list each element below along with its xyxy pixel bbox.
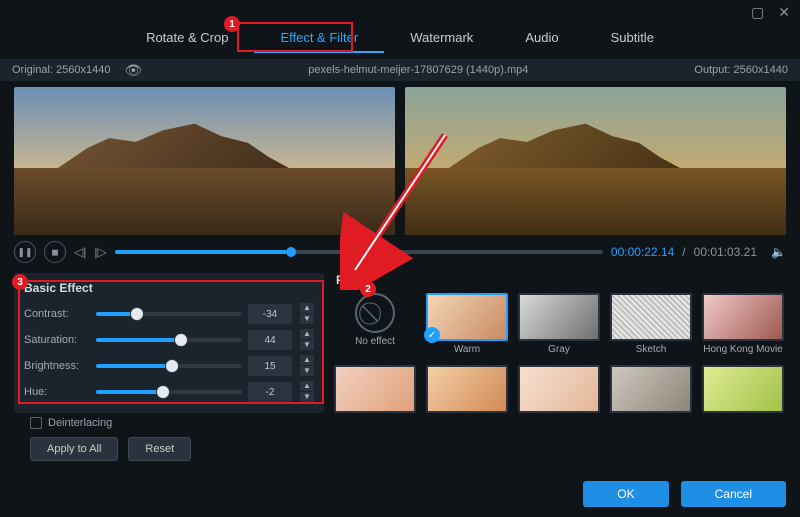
deinterlacing-checkbox[interactable]: [30, 417, 42, 429]
filter-sketch[interactable]: Sketch: [610, 293, 692, 355]
seek-bar[interactable]: [115, 250, 603, 254]
ok-button[interactable]: OK: [583, 481, 668, 507]
file-info-bar: Original: 2560x1440 👁 pexels-helmut-meij…: [0, 59, 800, 81]
no-effect-label: No effect: [334, 336, 416, 347]
dialog-footer: OK Cancel: [583, 481, 786, 507]
saturation-step-up[interactable]: ▲: [300, 329, 314, 339]
contrast-label: Contrast:: [24, 308, 90, 320]
reset-button[interactable]: Reset: [128, 437, 191, 461]
cancel-button[interactable]: Cancel: [681, 481, 786, 507]
saturation-value[interactable]: 44: [248, 330, 292, 350]
hue-step-up[interactable]: ▲: [300, 381, 314, 391]
top-tabs: Rotate & Crop Effect & Filter Watermark …: [0, 0, 800, 53]
saturation-label: Saturation:: [24, 334, 90, 346]
original-size-label: Original: 2560x1440: [12, 64, 110, 76]
brightness-label: Brightness:: [24, 360, 90, 372]
brightness-step-up[interactable]: ▲: [300, 355, 314, 365]
filename-label: pexels-helmut-meijer-17807629 (1440p).mp…: [142, 64, 694, 76]
filters-title: Filters: [336, 273, 786, 287]
filter-no-effect[interactable]: ⃠ No effect: [334, 293, 416, 355]
brightness-value[interactable]: 15: [248, 356, 292, 376]
contrast-step-up[interactable]: ▲: [300, 303, 314, 313]
brightness-row: Brightness: 15 ▲▼: [24, 353, 314, 379]
pause-button[interactable]: ❚❚: [14, 241, 36, 263]
contrast-slider[interactable]: [96, 312, 242, 316]
brightness-step-down[interactable]: ▼: [300, 366, 314, 376]
hue-value[interactable]: -2: [248, 382, 292, 402]
filter-hong-kong-movie[interactable]: Hong Kong Movie: [702, 293, 784, 355]
hue-slider[interactable]: [96, 390, 242, 394]
contrast-step-down[interactable]: ▼: [300, 314, 314, 324]
deinterlacing-label: Deinterlacing: [48, 417, 112, 429]
stop-button[interactable]: ◼: [44, 241, 66, 263]
tab-subtitle[interactable]: Subtitle: [585, 24, 680, 53]
saturation-slider[interactable]: [96, 338, 242, 342]
apply-to-all-button[interactable]: Apply to All: [30, 437, 118, 461]
no-effect-icon: ⃠: [355, 293, 395, 333]
basic-effect-title: Basic Effect: [24, 281, 314, 295]
brightness-slider[interactable]: [96, 364, 242, 368]
filter-item-8[interactable]: [518, 365, 600, 413]
close-button[interactable]: ✕: [778, 4, 790, 21]
selected-check-icon: ✓: [424, 327, 440, 343]
saturation-step-down[interactable]: ▼: [300, 340, 314, 350]
saturation-row: Saturation: 44 ▲▼: [24, 327, 314, 353]
filter-label-hk: Hong Kong Movie: [702, 344, 784, 355]
hue-row: Hue: -2 ▲▼: [24, 379, 314, 405]
filter-warm[interactable]: ✓ Warm: [426, 293, 508, 355]
play-bar: ❚❚ ◼ ◁| |▷ 00:00:22.14 / 00:01:03.21 🔈: [0, 241, 800, 269]
time-total: 00:01:03.21: [694, 245, 757, 259]
basic-effect-panel: Basic Effect Contrast: -34 ▲▼ Saturation…: [14, 273, 324, 413]
visibility-icon[interactable]: 👁: [124, 62, 142, 79]
hue-step-down[interactable]: ▼: [300, 392, 314, 402]
time-current: 00:00:22.14: [611, 245, 674, 259]
time-sep: /: [682, 245, 685, 259]
tab-audio[interactable]: Audio: [499, 24, 584, 53]
hue-label: Hue:: [24, 386, 90, 398]
filters-panel: Filters ⃠ No effect ✓ Warm Gray Sketch H…: [334, 273, 786, 461]
contrast-row: Contrast: -34 ▲▼: [24, 301, 314, 327]
maximize-button[interactable]: ▢: [751, 4, 764, 21]
prev-frame-button[interactable]: ◁|: [74, 245, 86, 259]
output-preview: [405, 87, 786, 235]
tab-effect-filter[interactable]: Effect & Filter: [254, 24, 384, 53]
output-size-label: Output: 2560x1440: [694, 64, 788, 76]
filter-item-7[interactable]: [426, 365, 508, 413]
preview-row: [0, 81, 800, 241]
original-preview: [14, 87, 395, 235]
next-frame-button[interactable]: |▷: [94, 245, 106, 259]
filter-item-6[interactable]: [334, 365, 416, 413]
volume-icon[interactable]: 🔈: [771, 245, 786, 259]
contrast-value[interactable]: -34: [248, 304, 292, 324]
tab-watermark[interactable]: Watermark: [384, 24, 499, 53]
filter-label-gray: Gray: [518, 344, 600, 355]
filter-item-9[interactable]: [610, 365, 692, 413]
filter-item-10[interactable]: [702, 365, 784, 413]
filter-label-sketch: Sketch: [610, 344, 692, 355]
filter-label-warm: Warm: [426, 344, 508, 355]
filter-gray[interactable]: Gray: [518, 293, 600, 355]
tab-rotate-crop[interactable]: Rotate & Crop: [120, 24, 254, 53]
